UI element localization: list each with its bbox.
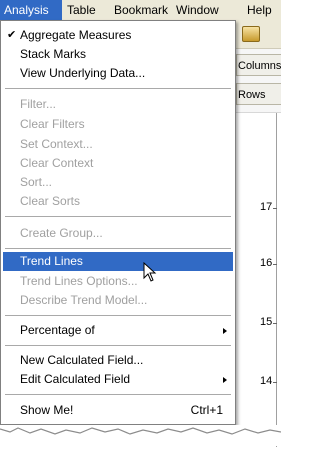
- workspace-background: Columns Rows 17 16 15 14 13: [236, 20, 281, 447]
- menu-separator: [5, 394, 231, 396]
- menu-bar: Analysis Table Bookmark Window Help: [0, 0, 281, 21]
- menu-item-describe-trend-model[interactable]: Describe Trend Model...: [3, 291, 233, 310]
- toolbar-icon[interactable]: [242, 26, 260, 42]
- menu-item-create-group[interactable]: Create Group...: [3, 224, 233, 243]
- mouse-pointer-icon: [143, 262, 157, 282]
- menu-separator: [5, 216, 231, 218]
- axis-tick: [273, 264, 277, 265]
- analysis-dropdown-menu: ✔ Aggregate Measures Stack Marks View Un…: [0, 20, 236, 425]
- menu-item-trend-lines[interactable]: Trend Lines: [3, 252, 233, 271]
- menu-item-percentage-of[interactable]: Percentage of: [3, 321, 233, 340]
- menu-item-label: Clear Context: [20, 156, 94, 170]
- menu-item-label: Create Group...: [20, 226, 103, 240]
- menu-item-label: Aggregate Measures: [20, 28, 132, 42]
- axis-tick-label: 15: [260, 316, 273, 328]
- menu-item-aggregate-measures[interactable]: ✔ Aggregate Measures: [3, 26, 233, 45]
- menu-item-stack-marks[interactable]: Stack Marks: [3, 45, 233, 64]
- menu-separator: [5, 315, 231, 317]
- menu-item-label: Set Context...: [20, 137, 93, 151]
- menu-item-clear-filters[interactable]: Clear Filters: [3, 115, 233, 134]
- menu-item-label: Clear Sorts: [20, 194, 81, 208]
- torn-edge: [0, 425, 282, 446]
- menu-analysis[interactable]: Analysis: [0, 0, 62, 20]
- axis-tick: [273, 208, 277, 209]
- menu-item-label: Stack Marks: [20, 47, 87, 61]
- menu-item-shortcut: Ctrl+1: [190, 403, 223, 417]
- menu-table[interactable]: Table: [63, 0, 105, 20]
- menu-item-show-me[interactable]: Show Me! Ctrl+1: [3, 401, 233, 420]
- axis-tick: [273, 382, 277, 383]
- submenu-arrow-icon: [223, 377, 227, 383]
- axis-tick-label: 17: [260, 201, 273, 213]
- axis-tick-label: 14: [260, 375, 273, 387]
- menu-item-label: Trend Lines Options...: [20, 274, 138, 288]
- rows-shelf[interactable]: Rows: [236, 83, 281, 105]
- menu-item-edit-calculated-field[interactable]: Edit Calculated Field: [3, 370, 233, 389]
- toolbar: [236, 20, 281, 49]
- menu-item-clear-context[interactable]: Clear Context: [3, 154, 233, 173]
- menu-separator: [5, 88, 231, 90]
- menu-item-label: Filter...: [20, 97, 57, 111]
- menu-item-trend-lines-options[interactable]: Trend Lines Options...: [3, 272, 233, 291]
- menu-item-label: Trend Lines: [20, 254, 83, 268]
- axis-tick-label: 16: [260, 257, 273, 269]
- menu-item-label: Describe Trend Model...: [20, 293, 148, 307]
- menu-bookmark[interactable]: Bookmark: [110, 0, 171, 20]
- menu-item-filter[interactable]: Filter...: [3, 95, 233, 114]
- menu-help[interactable]: Help: [243, 0, 281, 20]
- torn-edge-graphic: [0, 427, 282, 435]
- menu-item-label: Percentage of: [20, 323, 95, 337]
- menu-item-label: Sort...: [20, 175, 53, 189]
- axis-tick: [273, 323, 277, 324]
- columns-shelf[interactable]: Columns: [236, 54, 281, 76]
- menu-item-label: Clear Filters: [20, 117, 85, 131]
- check-icon: ✔: [7, 29, 17, 41]
- menu-separator: [5, 345, 231, 347]
- menu-window[interactable]: Window: [172, 0, 227, 20]
- menu-item-label: New Calculated Field...: [20, 353, 144, 367]
- menu-item-clear-sorts[interactable]: Clear Sorts: [3, 192, 233, 211]
- submenu-arrow-icon: [223, 328, 227, 334]
- menu-item-label: Edit Calculated Field: [20, 372, 131, 386]
- menu-item-sort[interactable]: Sort...: [3, 173, 233, 192]
- menu-item-set-context[interactable]: Set Context...: [3, 135, 233, 154]
- menu-item-label: View Underlying Data...: [20, 66, 146, 80]
- chart-area: 17 16 15 14 13: [236, 112, 281, 447]
- menu-item-label: Show Me!: [20, 403, 74, 417]
- menu-separator: [5, 248, 231, 250]
- axis-line: [276, 113, 277, 447]
- menu-item-view-underlying-data[interactable]: View Underlying Data...: [3, 64, 233, 83]
- menu-item-new-calculated-field[interactable]: New Calculated Field...: [3, 351, 233, 370]
